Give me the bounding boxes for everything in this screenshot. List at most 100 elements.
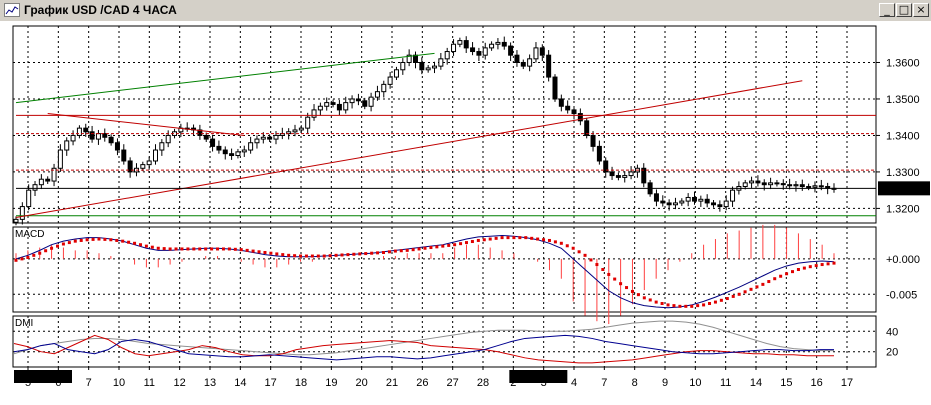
macd-signal-dot xyxy=(180,247,184,251)
x-tick-label: 7 xyxy=(601,377,607,389)
macd-signal-dot xyxy=(85,238,89,242)
x-tick-label: 18 xyxy=(295,377,307,389)
candle-body xyxy=(267,136,273,140)
macd-signal-dot xyxy=(542,238,546,242)
candle-body xyxy=(806,186,812,189)
x-tick-label: 15 xyxy=(780,377,792,389)
x-tick-label: 11 xyxy=(144,377,155,389)
candle-body xyxy=(140,164,146,169)
macd-signal-dot xyxy=(435,245,439,249)
candle-body xyxy=(615,175,621,178)
macd-signal-dot xyxy=(257,250,261,254)
macd-signal-dot xyxy=(144,244,148,248)
candle-body xyxy=(818,185,824,188)
macd-signal-dot xyxy=(429,246,433,250)
candle-body xyxy=(672,202,678,206)
macd-signal-dot xyxy=(376,251,380,255)
macd-signal-dot xyxy=(536,237,540,241)
macd-signal-dot xyxy=(559,241,563,245)
macd-signal-dot xyxy=(399,249,403,253)
macd-signal-dot xyxy=(785,272,789,276)
macd-signal-dot xyxy=(263,251,267,254)
x-tick-label: 10 xyxy=(689,377,701,389)
macd-signal-dot xyxy=(690,304,694,308)
title-bar[interactable]: График USD /CAD 4 ЧАСА _ □ × xyxy=(0,0,931,22)
candle-body xyxy=(114,142,120,151)
candle-body xyxy=(622,175,628,178)
candle-body xyxy=(489,43,495,49)
macd-signal-dot xyxy=(382,251,386,254)
macd-signal-dot xyxy=(506,236,510,240)
candle-body xyxy=(210,138,216,147)
candle-body xyxy=(412,54,418,63)
candle-body xyxy=(121,149,127,162)
macd-signal-dot xyxy=(216,247,220,251)
macd-signal-dot xyxy=(702,303,706,307)
maximize-button[interactable]: □ xyxy=(896,3,912,17)
chart-area[interactable]: 1.3600 1.3500 1.3400 1.3300 1.3200 1.3255 +0.0… xyxy=(0,21,931,405)
macd-signal-dot xyxy=(459,242,463,246)
candle-body xyxy=(165,134,171,144)
candle-body xyxy=(26,189,32,208)
candle-body xyxy=(89,131,95,140)
macd-signal-dot xyxy=(67,241,71,245)
candle-body xyxy=(336,103,342,111)
candle-body xyxy=(222,149,228,155)
macd-signal-dot xyxy=(364,252,368,256)
candle-body xyxy=(229,153,235,157)
macd-signal-dot xyxy=(583,253,587,257)
macd-signal-dot xyxy=(239,248,243,252)
candle-body xyxy=(393,69,399,78)
price-tick-label: 1.3200 xyxy=(886,203,920,215)
macd-signal-dot xyxy=(482,238,486,242)
candle-body xyxy=(514,54,520,63)
candle-body xyxy=(596,145,602,162)
candle-body xyxy=(660,200,666,204)
minimize-button[interactable]: _ xyxy=(879,3,895,17)
macd-signal-dot xyxy=(387,250,391,254)
macd-signal-dot xyxy=(316,254,320,258)
candle-body xyxy=(799,184,805,188)
candle-body xyxy=(45,178,51,182)
candle-body xyxy=(768,182,774,186)
chart-canvas[interactable]: 1.3600 1.3500 1.3400 1.3300 1.3200 1.3255 +0.0… xyxy=(0,21,931,405)
candle-body xyxy=(419,61,425,71)
macd-signal-dot xyxy=(61,242,65,246)
macd-signal-dot xyxy=(648,298,652,302)
candle-body xyxy=(216,145,222,151)
candle-body xyxy=(235,151,241,157)
close-button[interactable]: × xyxy=(913,3,929,17)
macd-signal-dot xyxy=(524,236,528,240)
macd-signal-dot xyxy=(352,252,356,256)
candle-body xyxy=(381,83,387,93)
candle-body xyxy=(349,98,355,104)
macd-signal-dot xyxy=(186,247,190,251)
candle-body xyxy=(32,184,38,191)
x-tick-label: 14 xyxy=(234,377,246,389)
candle-body xyxy=(19,206,25,220)
x-tick-label: 7 xyxy=(86,377,92,389)
macd-signal-dot xyxy=(630,289,634,293)
macd-signal-dot xyxy=(660,302,664,305)
macd-signal-dot xyxy=(731,294,735,298)
macd-signal-dot xyxy=(150,245,154,249)
macd-signal-dot xyxy=(476,238,480,242)
macd-signal-dot xyxy=(589,258,593,262)
candle-body xyxy=(787,184,793,187)
macd-signal-dot xyxy=(204,247,208,251)
candle-body xyxy=(70,134,76,142)
window-title: График USD /CAD 4 ЧАСА xyxy=(24,3,177,17)
candle-body xyxy=(470,47,476,53)
panel-frame-2 xyxy=(12,226,877,313)
macd-signal-dot xyxy=(571,246,575,250)
macd-signal-dot xyxy=(518,236,522,240)
macd-signal-dot xyxy=(192,247,196,251)
candle-body xyxy=(317,105,323,111)
candle-body xyxy=(565,105,571,111)
candle-body xyxy=(749,180,755,184)
candle-body xyxy=(508,45,514,56)
candle-body xyxy=(292,129,298,133)
macd-signal-dot xyxy=(773,277,777,281)
macd-signal-dot xyxy=(826,262,830,266)
macd-signal-dot xyxy=(138,243,142,247)
